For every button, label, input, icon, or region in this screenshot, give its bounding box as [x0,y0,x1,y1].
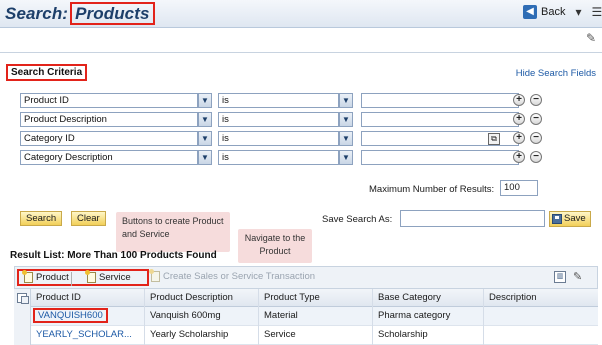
max-results-input[interactable]: 100 [500,180,538,196]
create-transaction-label: Create Sales or Service Transaction [163,271,316,282]
column-header-description[interactable]: Description [484,289,598,308]
criteria-value-input[interactable] [361,112,519,127]
table-settings-icon[interactable] [17,293,29,304]
new-service-button[interactable]: Service [85,270,131,283]
back-label: Back [541,6,566,18]
value-help-icon[interactable]: ⧉ [488,133,500,145]
row-selector[interactable] [14,326,31,345]
column-header-product-description[interactable]: Product Description [145,289,259,308]
create-buttons-group: Product Service [17,269,149,286]
column-header-base-category[interactable]: Base Category [373,289,484,308]
product-type-cell: Material [259,307,373,326]
criteria-operator-select[interactable]: is [218,150,339,165]
table-row[interactable]: VANQUISH600 Vanquish 600mg Material Phar… [14,307,598,326]
new-document-icon [22,270,33,283]
result-list-title: Result List: More Than 100 Products Foun… [10,250,217,261]
remove-row-icon[interactable]: − [530,113,542,125]
chart-icon[interactable]: ▥ [554,271,566,283]
floppy-disk-icon [552,214,562,224]
page-title-prefix: Search: [5,4,69,23]
table-row[interactable]: YEARLY_SCHOLAR... Yearly Scholarship Ser… [14,326,598,345]
column-header-product-type[interactable]: Product Type [259,289,373,308]
divider [0,52,602,53]
criteria-operator-select[interactable]: is [218,112,339,127]
chevron-down-icon[interactable]: ▼ [339,150,353,165]
product-description-cell: Yearly Scholarship [145,326,259,345]
criteria-field-select[interactable]: Category ID [20,131,198,146]
criteria-value-input[interactable] [361,93,519,108]
criteria-row: Product ID ▼ is ▼ + − [20,93,550,109]
create-transaction-button[interactable]: Create Sales or Service Transaction [149,269,316,282]
search-criteria-title: Search Criteria [6,64,88,81]
chevron-down-icon[interactable]: ▼ [339,93,353,108]
menu-icon[interactable]: ☰ [592,5,602,19]
page-title-object: Products [70,2,155,25]
new-product-label: Product [36,272,69,283]
description-cell [484,326,598,345]
pencil-icon[interactable]: ✎ [573,270,582,283]
remove-row-icon[interactable]: − [530,94,542,106]
remove-row-icon[interactable]: − [530,132,542,144]
add-row-icon[interactable]: + [513,94,525,106]
chevron-down-icon[interactable]: ▼ [198,112,212,127]
product-description-cell: Vanquish 600mg [145,307,259,326]
criteria-value-input[interactable] [361,150,519,165]
save-button-label: Save [564,213,586,224]
search-button[interactable]: Search [20,211,63,226]
callout-create-buttons: Buttons to create Product and Service [116,212,230,252]
criteria-value-input[interactable]: ⧉ [361,131,519,146]
new-document-icon [85,270,96,283]
column-header-product-id[interactable]: Product ID [31,289,145,308]
save-button[interactable]: Save [549,211,591,227]
max-results-label: Maximum Number of Results: [369,184,495,195]
add-row-icon[interactable]: + [513,113,525,125]
chevron-down-icon[interactable]: ▼ [198,93,212,108]
product-type-cell: Service [259,326,373,345]
product-id-cell: VANQUISH600 [31,307,145,326]
base-category-cell: Scholarship [373,326,484,345]
table-header-row: Product ID Product Description Product T… [14,288,598,308]
chevron-down-icon[interactable]: ▾ [575,5,581,19]
new-document-icon [149,269,160,282]
criteria-operator-select[interactable]: is [218,93,339,108]
chevron-down-icon[interactable]: ▼ [339,112,353,127]
criteria-field-select[interactable]: Product Description [20,112,198,127]
criteria-field-select[interactable]: Category Description [20,150,198,165]
arrow-left-icon: ◀ [523,5,537,19]
save-search-as-input[interactable] [400,210,545,227]
title-bar: Search: Products ◀ Back ▾ ☰ [0,0,602,28]
new-service-label: Service [99,272,131,283]
criteria-field-select[interactable]: Product ID [20,93,198,108]
hide-search-fields-link[interactable]: Hide Search Fields [516,68,596,79]
new-product-button[interactable]: Product [22,270,69,283]
criteria-row: Category ID ▼ is ▼ ⧉ + − [20,131,550,147]
chevron-down-icon[interactable]: ▼ [198,150,212,165]
add-row-icon[interactable]: + [513,151,525,163]
chevron-down-icon[interactable]: ▼ [339,131,353,146]
chevron-down-icon[interactable]: ▼ [198,131,212,146]
save-search-as-label: Save Search As: [322,214,393,225]
criteria-row: Product Description ▼ is ▼ + − [20,112,550,128]
page-title: Search: Products [5,2,155,25]
product-id-cell: YEARLY_SCHOLAR... [31,326,145,345]
product-id-link[interactable]: YEARLY_SCHOLAR... [36,329,132,340]
clear-button[interactable]: Clear [71,211,106,226]
callout-navigate: Navigate to the Product [238,229,312,263]
toolbar-separator [71,272,72,286]
table-settings-cell[interactable] [14,289,31,308]
personalize-icon[interactable]: ✎ [586,31,596,45]
product-id-link[interactable]: VANQUISH600 [33,308,108,323]
back-button[interactable]: ◀ Back ▾ ☰ [523,5,602,19]
result-toolbar: Product Service Create Sales or Service … [14,266,598,288]
base-category-cell: Pharma category [373,307,484,326]
criteria-row: Category Description ▼ is ▼ + − [20,150,550,166]
remove-row-icon[interactable]: − [530,151,542,163]
criteria-operator-select[interactable]: is [218,131,339,146]
add-row-icon[interactable]: + [513,132,525,144]
row-selector[interactable] [14,307,31,326]
description-cell [484,307,598,326]
